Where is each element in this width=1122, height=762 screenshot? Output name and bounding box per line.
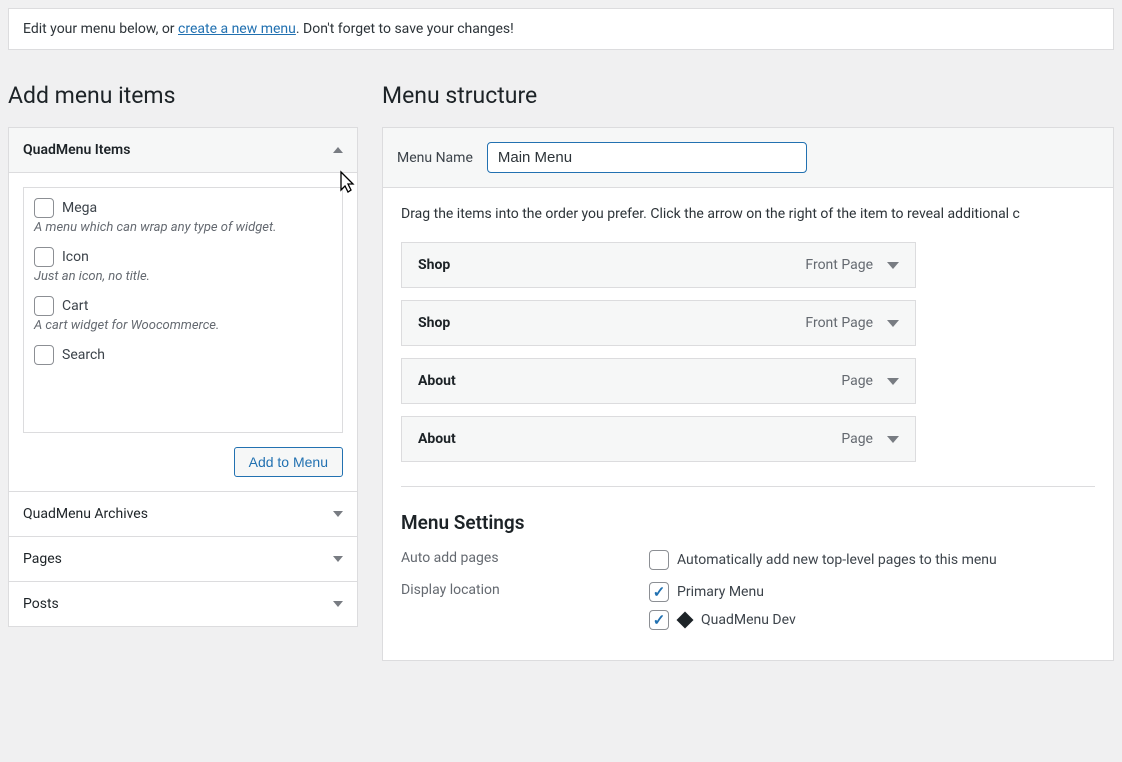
item-label: Icon [62, 249, 89, 265]
panel-title: Posts [23, 596, 59, 612]
item-label: Cart [62, 298, 88, 314]
add-to-menu-button[interactable]: Add to Menu [234, 447, 343, 477]
auto-add-checkbox[interactable] [649, 550, 669, 570]
panel-quadmenu-archives[interactable]: QuadMenu Archives [9, 491, 357, 536]
notice-text-suffix: . Don't forget to save your changes! [296, 21, 514, 37]
item-label: Search [62, 347, 105, 363]
menu-item-title: About [418, 373, 456, 389]
menu-structure-heading: Menu structure [382, 82, 1114, 109]
chevron-down-icon [333, 511, 343, 517]
item-desc: Just an icon, no title. [34, 269, 338, 284]
chevron-down-icon[interactable] [887, 378, 899, 385]
menu-name-label: Menu Name [397, 150, 473, 166]
quadmenu-item-list[interactable]: Mega A menu which can wrap any type of w… [23, 187, 343, 433]
panel-posts[interactable]: Posts [9, 581, 357, 626]
item-checkbox-mega[interactable] [34, 198, 54, 218]
panel-title: Pages [23, 551, 62, 567]
menu-item[interactable]: Shop Front Page [401, 300, 916, 346]
info-notice: Edit your menu below, or create a new me… [8, 8, 1114, 50]
menu-item[interactable]: Shop Front Page [401, 242, 916, 288]
chevron-down-icon[interactable] [887, 262, 899, 269]
menu-item[interactable]: About Page [401, 358, 916, 404]
add-items-accordion: QuadMenu Items Mega A menu which can wra… [8, 127, 358, 627]
menu-item-title: Shop [418, 257, 450, 273]
notice-text-prefix: Edit your menu below, or [23, 21, 178, 37]
chevron-down-icon[interactable] [887, 320, 899, 327]
item-checkbox-cart[interactable] [34, 296, 54, 316]
list-item: Mega A menu which can wrap any type of w… [34, 198, 338, 235]
auto-add-option-label: Automatically add new top-level pages to… [677, 552, 997, 568]
display-option-label: QuadMenu Dev [701, 612, 796, 628]
display-option-label: Primary Menu [677, 584, 764, 600]
item-checkbox-icon[interactable] [34, 247, 54, 267]
quadmenu-dev-checkbox[interactable] [649, 610, 669, 630]
drag-instructions: Drag the items into the order you prefer… [401, 206, 1095, 222]
panel-title: QuadMenu Items [23, 142, 130, 158]
menu-settings-heading: Menu Settings [401, 511, 1095, 534]
auto-add-pages-label: Auto add pages [401, 550, 649, 570]
item-desc: A cart widget for Woocommerce. [34, 318, 338, 333]
item-label: Mega [62, 200, 97, 216]
menu-item-type: Page [841, 373, 873, 389]
chevron-down-icon[interactable] [887, 436, 899, 443]
menu-name-input[interactable] [487, 142, 807, 173]
menu-item-type: Front Page [805, 315, 873, 331]
chevron-down-icon [333, 556, 343, 562]
diamond-icon [677, 612, 694, 629]
menu-item-type: Front Page [805, 257, 873, 273]
menu-item-type: Page [841, 431, 873, 447]
item-desc: A menu which can wrap any type of widget… [34, 220, 338, 235]
menu-item-title: About [418, 431, 456, 447]
panel-quadmenu-items[interactable]: QuadMenu Items [9, 128, 357, 172]
chevron-up-icon [333, 147, 343, 153]
panel-quadmenu-body: Mega A menu which can wrap any type of w… [9, 172, 357, 491]
panel-title: QuadMenu Archives [23, 506, 148, 522]
item-checkbox-search[interactable] [34, 345, 54, 365]
panel-pages[interactable]: Pages [9, 536, 357, 581]
create-new-menu-link[interactable]: create a new menu [178, 21, 296, 37]
display-location-label: Display location [401, 582, 649, 630]
list-item: Icon Just an icon, no title. [34, 247, 338, 284]
list-item: Search [34, 345, 338, 365]
chevron-down-icon [333, 601, 343, 607]
primary-menu-checkbox[interactable] [649, 582, 669, 602]
menu-structure-panel: Menu Name Drag the items into the order … [382, 127, 1114, 661]
list-item: Cart A cart widget for Woocommerce. [34, 296, 338, 333]
menu-item-title: Shop [418, 315, 450, 331]
divider [401, 486, 1095, 487]
menu-item[interactable]: About Page [401, 416, 916, 462]
add-menu-items-heading: Add menu items [8, 82, 358, 109]
